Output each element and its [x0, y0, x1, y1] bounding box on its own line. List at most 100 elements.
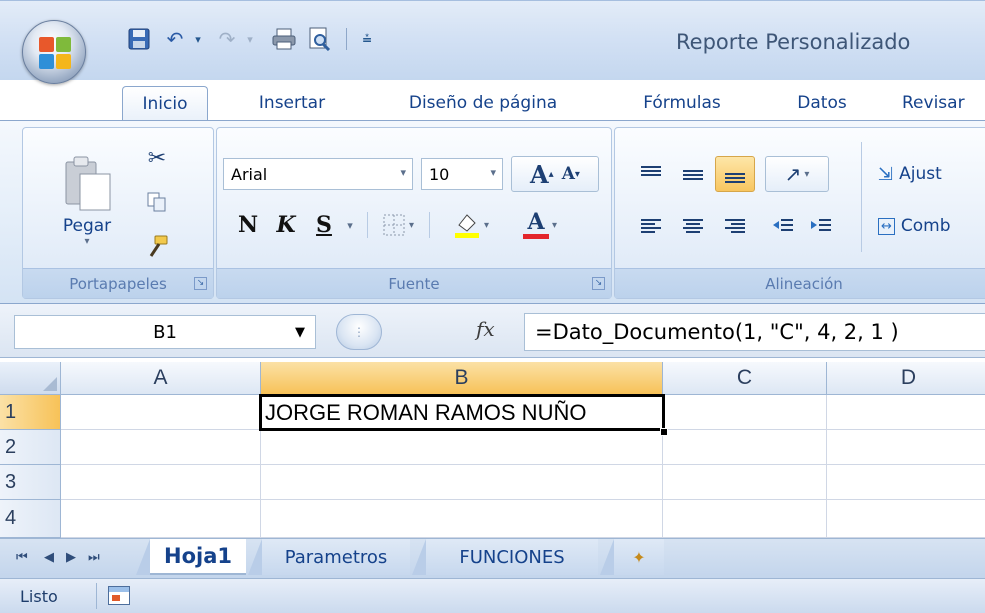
insert-sheet-icon: ✦ — [632, 547, 646, 567]
row-header-2[interactable]: 2 — [0, 430, 61, 465]
undo-icon[interactable]: ↶ — [160, 25, 190, 53]
font-launcher-icon[interactable]: ↘ — [592, 277, 605, 290]
sheet-tab-hoja1[interactable]: Hoja1 — [136, 539, 246, 575]
cell-a4[interactable] — [61, 500, 261, 538]
paste-button[interactable]: Pegar ▾ — [37, 134, 137, 264]
prev-sheet-icon[interactable]: ◀ — [44, 550, 54, 565]
cell-b2[interactable] — [261, 430, 663, 465]
underline-button[interactable]: S — [307, 208, 341, 242]
formula-expand-handle[interactable]: ⋮ — [336, 314, 382, 350]
tab-diseno-de-pagina[interactable]: Diseño de página — [378, 87, 588, 119]
print-preview-icon[interactable] — [304, 25, 336, 53]
cell-c4[interactable] — [663, 500, 827, 538]
next-sheet-icon[interactable]: ▶ — [66, 550, 76, 565]
formula-input[interactable]: =Dato_Documento(1, "C", 4, 2, 1 ) — [524, 313, 985, 351]
undo-dropdown-icon[interactable]: ▾ — [190, 25, 206, 53]
cell-a2[interactable] — [61, 430, 261, 465]
grow-font-button[interactable]: A — [530, 160, 549, 189]
office-logo-icon — [39, 37, 71, 69]
title-bar: ↶ ▾ ↷ ▾ ⩮ Reporte Personalizado — [0, 0, 985, 80]
align-center-button[interactable] — [673, 208, 713, 244]
macro-recording-icon[interactable] — [108, 586, 130, 605]
cell-c1[interactable] — [663, 395, 827, 430]
redo-icon[interactable]: ↷ — [212, 25, 242, 53]
font-name-value: Arial — [231, 164, 268, 184]
borders-button[interactable]: ▾ — [375, 208, 421, 242]
grow-arrow-icon: ▴ — [548, 168, 554, 180]
cell-a3[interactable] — [61, 465, 261, 500]
name-box-value: B1 — [153, 321, 177, 343]
tab-revisar[interactable]: Revisar — [902, 87, 985, 119]
tab-insertar[interactable]: Insertar — [232, 87, 352, 119]
office-button[interactable] — [22, 20, 86, 84]
font-color-swatch — [522, 234, 549, 239]
font-name-dropdown-icon[interactable]: ▾ — [400, 166, 406, 179]
name-box[interactable]: B1 ▼ — [14, 315, 316, 349]
cell-b1[interactable]: JORGE ROMAN RAMOS NUÑO — [259, 394, 665, 431]
column-header-c[interactable]: C — [663, 362, 827, 395]
cell-d3[interactable] — [827, 465, 985, 500]
copy-icon[interactable] — [139, 184, 175, 220]
shrink-font-button[interactable]: A — [562, 164, 575, 184]
orientation-button[interactable]: ↗ ▾ — [765, 156, 829, 192]
tab-inicio[interactable]: Inicio — [122, 86, 208, 120]
row-header-4[interactable]: 4 — [0, 500, 61, 538]
sheet-tab-funciones[interactable]: FUNCIONES — [412, 539, 598, 575]
paste-dropdown-icon[interactable]: ▾ — [84, 236, 89, 247]
cell-c3[interactable] — [663, 465, 827, 500]
insert-function-button[interactable]: fx — [476, 317, 495, 341]
select-all-button[interactable] — [0, 362, 61, 395]
sheet-tab-parametros[interactable]: Parametros — [248, 539, 410, 575]
last-sheet-icon[interactable]: ⏭ — [88, 550, 100, 565]
underline-dropdown-icon[interactable]: ▾ — [341, 208, 359, 242]
insert-sheet-button[interactable]: ✦ — [600, 539, 664, 575]
align-left-button[interactable] — [631, 208, 671, 244]
print-icon[interactable] — [268, 25, 300, 53]
cell-b3[interactable] — [261, 465, 663, 500]
row-header-3[interactable]: 3 — [0, 465, 61, 500]
redo-dropdown-icon[interactable]: ▾ — [242, 25, 258, 53]
column-header-b[interactable]: B — [261, 362, 663, 395]
cell-d1[interactable] — [827, 395, 985, 430]
cell-d2[interactable] — [827, 430, 985, 465]
clipboard-launcher-icon[interactable]: ↘ — [194, 277, 207, 290]
font-size-dropdown-icon[interactable]: ▾ — [490, 166, 496, 179]
tab-formulas[interactable]: Fórmulas — [620, 87, 744, 119]
align-middle-button[interactable] — [673, 156, 713, 192]
bold-button[interactable]: N — [231, 208, 265, 242]
format-painter-icon[interactable] — [139, 228, 175, 264]
row-header-1[interactable]: 1 — [0, 395, 61, 430]
name-box-dropdown-icon[interactable]: ▼ — [295, 325, 305, 340]
font-color-button[interactable]: A ▾ — [509, 208, 571, 242]
column-header-a[interactable]: A — [61, 362, 261, 395]
wrap-text-button[interactable]: ⇲ Ajust — [877, 156, 985, 192]
customize-qat-icon[interactable]: ⩮ — [356, 25, 378, 53]
increase-indent-button[interactable] — [803, 208, 839, 244]
alignment-group-label: Alineación — [615, 268, 985, 298]
first-sheet-icon[interactable]: ⏮ — [16, 550, 28, 565]
font-name-combo[interactable]: Arial ▾ — [223, 158, 413, 190]
cut-icon[interactable]: ✂ — [139, 140, 175, 176]
formula-bar: B1 ▼ ⋮ fx =Dato_Documento(1, "C", 4, 2, … — [0, 304, 985, 358]
decrease-indent-button[interactable] — [765, 208, 801, 244]
fill-handle[interactable] — [660, 428, 668, 436]
cell-b4[interactable] — [261, 500, 663, 538]
cell-a1[interactable] — [61, 395, 261, 430]
column-header-d[interactable]: D — [827, 362, 985, 395]
cell-c2[interactable] — [663, 430, 827, 465]
cell-d4[interactable] — [827, 500, 985, 538]
status-bar: Listo — [0, 578, 985, 613]
fill-color-button[interactable]: ▾ — [439, 208, 503, 242]
align-right-button[interactable] — [715, 208, 755, 244]
align-bottom-button[interactable] — [715, 156, 755, 192]
tab-datos[interactable]: Datos — [774, 87, 870, 119]
save-icon[interactable] — [124, 25, 154, 53]
qat-separator — [346, 28, 347, 50]
italic-button[interactable]: K — [269, 208, 303, 242]
align-top-button[interactable] — [631, 156, 671, 192]
merge-center-button[interactable]: ↔ Comb — [877, 208, 985, 244]
font-separator — [367, 212, 368, 238]
align-left-icon — [641, 219, 661, 233]
align-right-icon — [725, 219, 745, 233]
font-size-combo[interactable]: 10 ▾ — [421, 158, 503, 190]
